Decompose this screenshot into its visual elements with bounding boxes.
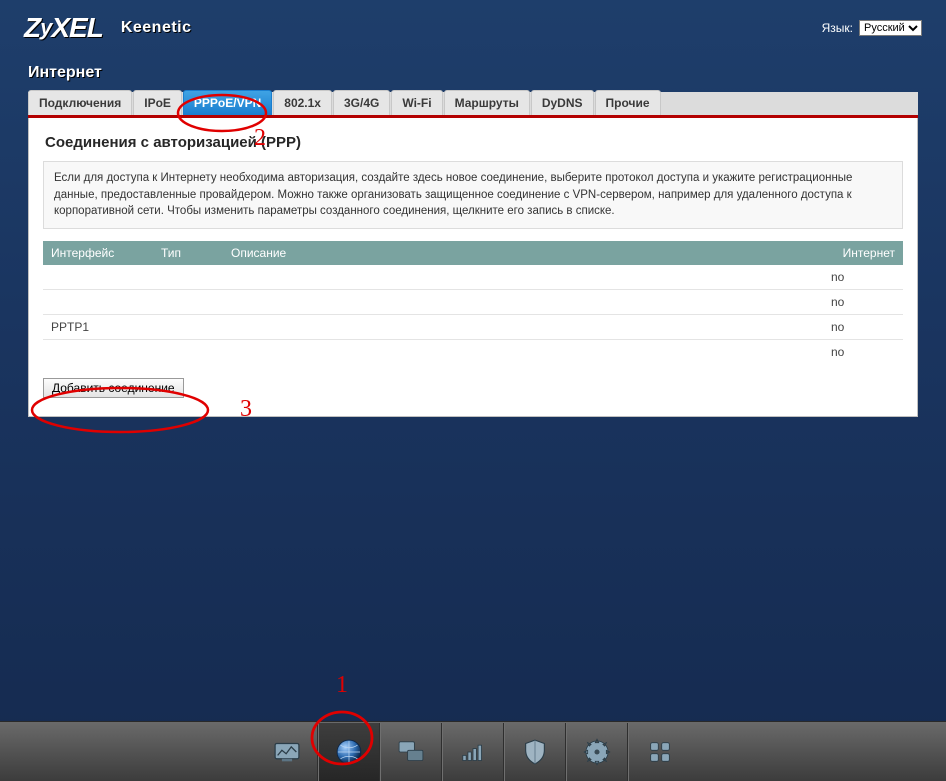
dock-settings[interactable] bbox=[566, 723, 628, 781]
shield-icon bbox=[518, 735, 552, 769]
signal-bars-icon bbox=[456, 735, 490, 769]
tab-ipoe[interactable]: IPoE bbox=[133, 90, 182, 115]
dock-internet[interactable] bbox=[318, 723, 380, 781]
table-row[interactable]: PPTP1 no bbox=[43, 315, 903, 340]
content-panel: Соединения с авторизацией (PPP) Если для… bbox=[28, 118, 918, 417]
language-label: Язык: bbox=[822, 21, 853, 35]
tabs-row: Подключения IPoE PPPoE/VPN 802.1x 3G/4G … bbox=[28, 92, 918, 118]
dock-network[interactable] bbox=[380, 723, 442, 781]
tab-other[interactable]: Прочие bbox=[595, 90, 661, 115]
tab-connections[interactable]: Подключения bbox=[28, 90, 132, 115]
tab-routes[interactable]: Маршруты bbox=[444, 90, 530, 115]
table-row[interactable]: no bbox=[43, 265, 903, 290]
tab-pppoe-vpn[interactable]: PPPoE/VPN bbox=[183, 90, 272, 115]
globe-icon bbox=[332, 735, 366, 769]
annotation-number-1: 1 bbox=[336, 672, 348, 699]
header-bar: ZyXEL Keenetic Язык: Русский bbox=[0, 0, 946, 48]
section-title: Соединения с авторизацией (PPP) bbox=[45, 134, 903, 151]
displays-icon bbox=[394, 735, 428, 769]
add-connection-button[interactable]: Добавить соединение bbox=[43, 378, 184, 398]
page-title: Интернет bbox=[0, 48, 946, 92]
gear-icon bbox=[580, 735, 614, 769]
dock-apps[interactable] bbox=[628, 723, 690, 781]
apps-grid-icon bbox=[643, 735, 677, 769]
tab-dydns[interactable]: DyDNS bbox=[531, 90, 594, 115]
table-row[interactable]: no bbox=[43, 340, 903, 365]
dock-wifi[interactable] bbox=[442, 723, 504, 781]
bottom-dock bbox=[0, 721, 946, 781]
table-row[interactable]: no bbox=[43, 290, 903, 315]
th-type: Тип bbox=[153, 241, 223, 265]
dock-security[interactable] bbox=[504, 723, 566, 781]
monitor-icon bbox=[270, 735, 304, 769]
connections-table: Интерфейс Тип Описание Интернет no no PP… bbox=[43, 241, 903, 364]
tab-8021x[interactable]: 802.1x bbox=[273, 90, 332, 115]
th-desc: Описание bbox=[223, 241, 823, 265]
th-internet: Интернет bbox=[823, 241, 903, 265]
dock-monitor[interactable] bbox=[256, 723, 318, 781]
brand-logo: ZyXEL bbox=[24, 12, 103, 44]
model-name: Keenetic bbox=[121, 19, 192, 37]
th-interface: Интерфейс bbox=[43, 241, 153, 265]
language-select[interactable]: Русский bbox=[859, 20, 922, 36]
tab-3g4g[interactable]: 3G/4G bbox=[333, 90, 390, 115]
language-selector[interactable]: Язык: Русский bbox=[822, 20, 922, 36]
tab-wifi[interactable]: Wi-Fi bbox=[391, 90, 442, 115]
section-description: Если для доступа к Интернету необходима … bbox=[43, 161, 903, 229]
